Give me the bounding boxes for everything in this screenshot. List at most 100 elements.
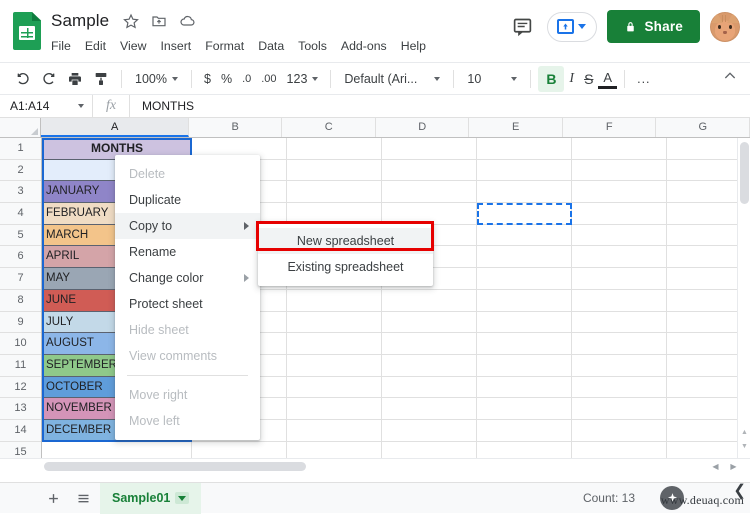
column-header-b[interactable]: B — [188, 118, 283, 137]
cell-D1[interactable] — [382, 138, 477, 160]
redo-icon[interactable] — [36, 66, 62, 92]
column-header-g[interactable]: G — [656, 118, 750, 137]
row-header-6[interactable]: 6 — [0, 246, 41, 269]
row-header-11[interactable]: 11 — [0, 354, 41, 377]
cell-E13[interactable] — [477, 398, 572, 420]
row-header-8[interactable]: 8 — [0, 289, 41, 312]
column-header-a[interactable]: A — [41, 118, 189, 137]
share-button[interactable]: Share — [607, 10, 700, 43]
cell-E4[interactable] — [477, 203, 572, 225]
menu-item-rename[interactable]: Rename — [115, 239, 260, 265]
cell-E12[interactable] — [477, 376, 572, 399]
chevron-up-icon[interactable] — [722, 68, 738, 89]
cell-E14[interactable] — [477, 419, 572, 442]
cell-E2[interactable] — [477, 159, 572, 182]
cell-F12[interactable] — [572, 376, 667, 399]
row-header-4[interactable]: 4 — [0, 203, 41, 225]
cell-E8[interactable] — [477, 289, 572, 312]
chevron-down-icon[interactable] — [175, 492, 190, 504]
cell-E1[interactable] — [477, 138, 572, 160]
scroll-up-icon[interactable]: ▲ — [741, 429, 748, 436]
cell-F8[interactable] — [572, 289, 667, 312]
italic-button[interactable]: I — [564, 66, 579, 92]
scroll-right-icon[interactable]: ▶ — [727, 461, 740, 472]
row-header-1[interactable]: 1 — [0, 138, 41, 160]
decrease-decimal-button[interactable]: .0 — [237, 66, 256, 92]
menu-item-change-color[interactable]: Change color — [115, 265, 260, 291]
horizontal-scroll-thumb[interactable] — [44, 462, 306, 471]
cell-C12[interactable] — [287, 376, 382, 399]
paint-format-icon[interactable] — [88, 66, 114, 92]
move-to-folder-icon[interactable] — [151, 13, 167, 29]
cell-F1[interactable] — [572, 138, 667, 160]
column-header-d[interactable]: D — [375, 118, 470, 137]
row-header-10[interactable]: 10 — [0, 333, 41, 355]
cell-E11[interactable] — [477, 354, 572, 377]
menu-help[interactable]: Help — [401, 37, 433, 55]
all-sheets-button[interactable] — [70, 485, 96, 511]
currency-button[interactable]: $ — [199, 66, 216, 92]
row-header-14[interactable]: 14 — [0, 419, 41, 442]
font-family-control[interactable]: Default (Ari... — [338, 66, 446, 92]
menu-file[interactable]: File — [51, 37, 78, 55]
cell-F10[interactable] — [572, 333, 667, 355]
cell-D9[interactable] — [382, 311, 477, 334]
strikethrough-button[interactable]: S — [579, 66, 598, 92]
comment-icon[interactable] — [508, 12, 537, 41]
cell-D3[interactable] — [382, 181, 477, 204]
menu-view[interactable]: View — [120, 37, 153, 55]
cell-F6[interactable] — [572, 246, 667, 269]
cell-C14[interactable] — [287, 419, 382, 442]
cell-C2[interactable] — [287, 159, 382, 182]
horizontal-scrollbar[interactable]: ◀ ▶ — [0, 458, 750, 472]
row-header-3[interactable]: 3 — [0, 181, 41, 204]
increase-decimal-button[interactable]: .00 — [256, 66, 281, 92]
vertical-scroll-thumb[interactable] — [740, 142, 749, 204]
row-header-9[interactable]: 9 — [0, 311, 41, 334]
row-header-2[interactable]: 2 — [0, 159, 41, 182]
cell-E10[interactable] — [477, 333, 572, 355]
menu-insert[interactable]: Insert — [160, 37, 198, 55]
cell-F7[interactable] — [572, 268, 667, 290]
row-header-5[interactable]: 5 — [0, 224, 41, 247]
row-header-12[interactable]: 12 — [0, 376, 41, 399]
cell-F9[interactable] — [572, 311, 667, 334]
cell-C10[interactable] — [287, 333, 382, 355]
scroll-left-icon[interactable]: ◀ — [709, 461, 722, 472]
cell-F5[interactable] — [572, 224, 667, 247]
cell-C3[interactable] — [287, 181, 382, 204]
print-icon[interactable] — [62, 66, 88, 92]
number-format-button[interactable]: 123 — [282, 66, 324, 92]
cell-F2[interactable] — [572, 159, 667, 182]
zoom-control[interactable]: 100% — [129, 66, 184, 92]
menu-item-copy-to[interactable]: Copy to — [115, 213, 260, 239]
cell-E3[interactable] — [477, 181, 572, 204]
cell-D12[interactable] — [382, 376, 477, 399]
sheet-tab-sample01[interactable]: Sample01 — [100, 482, 202, 514]
submenu-item-new-spreadsheet[interactable]: New spreadsheet — [258, 228, 433, 254]
cell-D11[interactable] — [382, 354, 477, 377]
cell-F11[interactable] — [572, 354, 667, 377]
menu-edit[interactable]: Edit — [85, 37, 113, 55]
formula-input[interactable]: MONTHS — [130, 99, 750, 113]
select-all-corner[interactable] — [0, 118, 42, 137]
menu-addons[interactable]: Add-ons — [341, 37, 394, 55]
row-header-7[interactable]: 7 — [0, 268, 41, 290]
column-header-c[interactable]: C — [282, 118, 376, 137]
cell-D8[interactable] — [382, 289, 477, 312]
text-color-button[interactable]: A — [598, 69, 618, 89]
undo-icon[interactable] — [10, 66, 36, 92]
star-icon[interactable] — [123, 13, 140, 29]
cell-E7[interactable] — [477, 268, 572, 290]
cell-C9[interactable] — [287, 311, 382, 334]
cell-D2[interactable] — [382, 159, 477, 182]
scroll-down-icon[interactable]: ▼ — [741, 443, 748, 450]
cell-E5[interactable] — [477, 224, 572, 247]
menu-item-protect-sheet[interactable]: Protect sheet — [115, 291, 260, 317]
menu-data[interactable]: Data — [258, 37, 291, 55]
cell-C8[interactable] — [287, 289, 382, 312]
cell-D13[interactable] — [382, 398, 477, 420]
submenu-item-existing-spreadsheet[interactable]: Existing spreadsheet — [258, 254, 433, 280]
cell-E9[interactable] — [477, 311, 572, 334]
cell-C13[interactable] — [287, 398, 382, 420]
